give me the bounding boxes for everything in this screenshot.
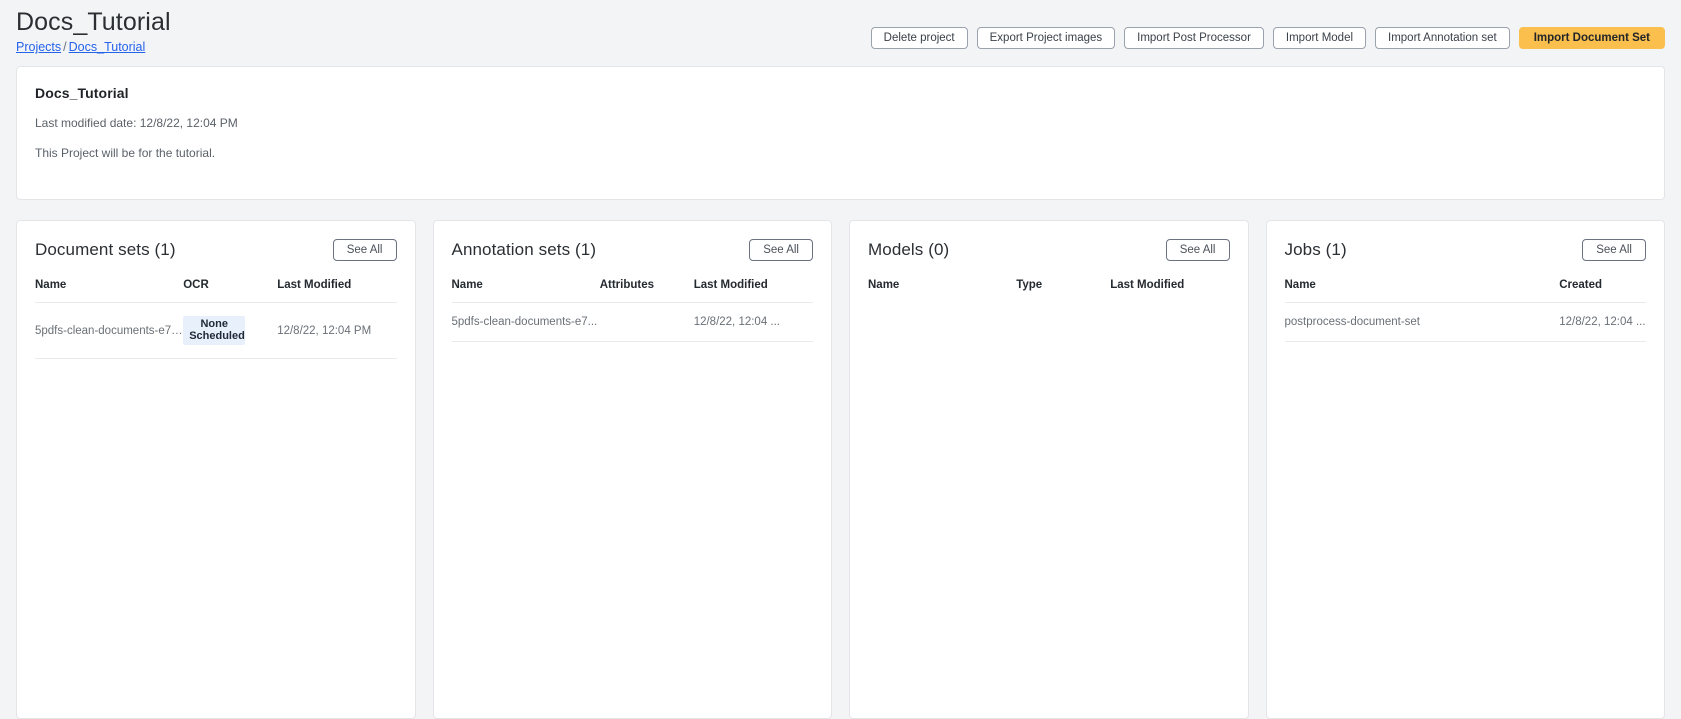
table-jobs: Name Created postprocess-document-set 12… — [1284, 279, 1647, 342]
table-header-row: Name OCR Last Modified — [35, 279, 397, 303]
project-detail-page: Docs_Tutorial Projects / Docs_Tutorial Del… — [0, 0, 1681, 719]
status-badge: None Scheduled — [183, 316, 246, 345]
column-header-attributes: Attributes — [599, 279, 655, 291]
panel-jobs: Jobs (1) See All Name Created postproces… — [1265, 220, 1665, 719]
import-document-set-button[interactable]: Import Document Set — [1518, 27, 1665, 49]
column-header-ocr: OCR — [183, 279, 209, 291]
table-row[interactable]: 5pdfs-clean-documents-e764... None Sched… — [35, 302, 397, 359]
cell-ocr: None Scheduled — [183, 302, 278, 359]
column-header-name: Name — [1284, 279, 1316, 291]
panel-title-jobs: Jobs (1) — [1284, 240, 1347, 259]
panels-row: Document sets (1) See All Name OCR Last … — [16, 220, 1665, 719]
project-name: Docs_Tutorial — [35, 85, 129, 101]
cell-name: 5pdfs-clean-documents-e7... — [451, 302, 600, 342]
import-model-button[interactable]: Import Model — [1272, 27, 1367, 49]
panel-annotation-sets: Annotation sets (1) See All Name Attribu… — [432, 220, 832, 719]
table-header-row: Name Attributes Last Modified — [452, 279, 814, 303]
table-header-row: Name Type Last Modified — [868, 279, 1230, 302]
table-models: Name Type Last Modified — [868, 279, 1230, 302]
column-header-last-modified: Last Modified — [277, 279, 352, 291]
page-header: Docs_Tutorial Projects / Docs_Tutorial Del… — [0, 0, 1681, 62]
cell-name: postprocess-document-set — [1284, 302, 1560, 342]
panel-header-models: Models (0) See All — [868, 237, 1230, 263]
panel-header-annotation-sets: Annotation sets (1) See All — [451, 237, 813, 263]
panel-header-document-sets: Document sets (1) See All — [35, 237, 397, 263]
panel-title-models: Models (0) — [868, 240, 950, 259]
project-last-modified: Last modified date: 12/8/22, 12:04 PM — [35, 116, 238, 130]
cell-attributes — [599, 302, 694, 342]
column-header-name: Name — [35, 279, 67, 291]
breadcrumb-link-projects[interactable]: Projects — [16, 40, 61, 54]
column-header-name: Name — [451, 279, 483, 291]
column-header-last-modified: Last Modified — [1110, 279, 1185, 291]
project-description: This Project will be for the tutorial. — [35, 146, 216, 160]
cell-last-modified: 12/8/22, 12:04 ... — [693, 302, 813, 342]
breadcrumb-separator: / — [63, 40, 67, 54]
table-annotation-sets: Name Attributes Last Modified 5pdfs-clea… — [451, 279, 814, 342]
see-all-annotation-sets-button[interactable]: See All — [749, 239, 813, 261]
cell-last-modified: 12/8/22, 12:04 PM — [277, 302, 397, 359]
import-annotation-set-button[interactable]: Import Annotation set — [1375, 27, 1510, 49]
panel-header-jobs: Jobs (1) See All — [1284, 237, 1646, 263]
title-block: Docs_Tutorial Projects / Docs_Tutorial — [16, 6, 171, 55]
project-info-card: Docs_Tutorial Last modified date: 12/8/2… — [16, 66, 1665, 200]
header-actions: Delete project Export Project images Imp… — [870, 27, 1665, 49]
see-all-jobs-button[interactable]: See All — [1582, 239, 1646, 261]
see-all-models-button[interactable]: See All — [1165, 239, 1230, 261]
breadcrumb: Projects / Docs_Tutorial — [16, 39, 171, 55]
column-header-last-modified: Last Modified — [693, 279, 768, 291]
cell-name: 5pdfs-clean-documents-e764... — [35, 302, 184, 359]
breadcrumb-link-current[interactable]: Docs_Tutorial — [69, 40, 146, 54]
column-header-type: Type — [1016, 279, 1043, 291]
table-header-row: Name Created — [1285, 279, 1647, 303]
table-document-sets: Name OCR Last Modified 5pdfs-clean-docum… — [35, 279, 397, 359]
table-row[interactable]: 5pdfs-clean-documents-e7... 12/8/22, 12:… — [451, 302, 813, 342]
cell-created: 12/8/22, 12:04 ... — [1559, 302, 1646, 342]
panel-title-document-sets: Document sets (1) — [35, 240, 176, 259]
panel-models: Models (0) See All Name Type Last Modifi… — [849, 220, 1249, 719]
column-header-name: Name — [868, 279, 900, 291]
delete-project-button[interactable]: Delete project — [870, 27, 968, 49]
panel-document-sets: Document sets (1) See All Name OCR Last … — [16, 220, 416, 719]
panel-title-annotation-sets: Annotation sets (1) — [451, 240, 597, 259]
see-all-document-sets-button[interactable]: See All — [332, 239, 397, 261]
column-header-created: Created — [1559, 279, 1603, 291]
export-project-images-button[interactable]: Export Project images — [976, 27, 1116, 49]
table-row[interactable]: postprocess-document-set 12/8/22, 12:04 … — [1284, 302, 1646, 342]
page-title: Docs_Tutorial — [16, 8, 171, 36]
import-post-processor-button[interactable]: Import Post Processor — [1124, 27, 1264, 49]
